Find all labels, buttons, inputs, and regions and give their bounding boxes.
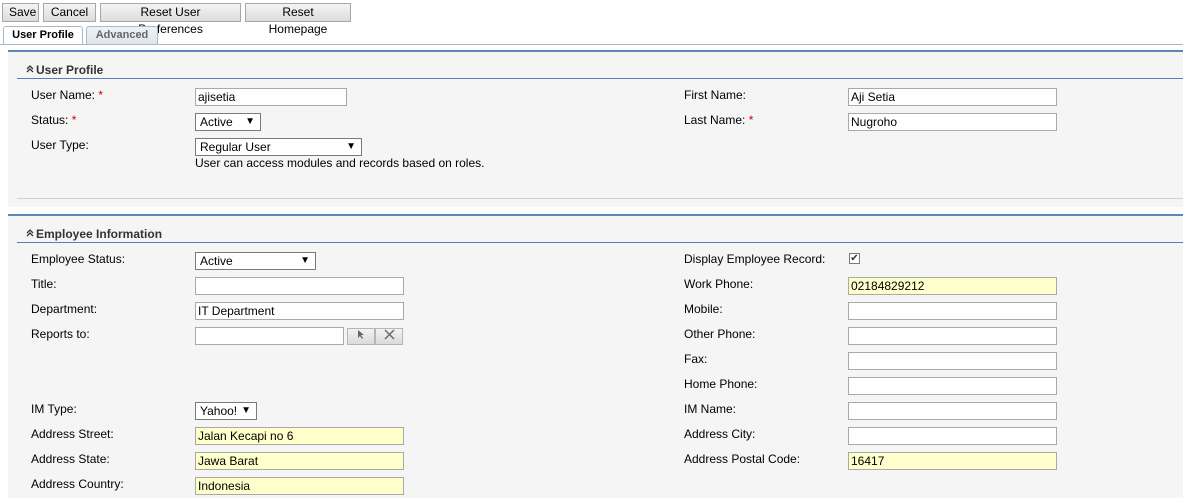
status-label: Status: * bbox=[31, 113, 77, 127]
clear-reports-to-button[interactable] bbox=[375, 328, 403, 345]
address-state-input[interactable]: Jawa Barat bbox=[195, 452, 404, 470]
status-select[interactable]: Active ▼ bbox=[195, 113, 261, 131]
display-employee-record-label: Display Employee Record: bbox=[684, 252, 826, 266]
user-type-hint: User can access modules and records base… bbox=[195, 156, 485, 170]
work-phone-label: Work Phone: bbox=[684, 277, 754, 291]
department-input[interactable]: IT Department bbox=[195, 302, 404, 320]
department-label: Department: bbox=[31, 302, 98, 316]
im-name-input[interactable] bbox=[848, 402, 1057, 420]
fax-label: Fax: bbox=[684, 352, 708, 366]
address-city-label: Address City: bbox=[684, 427, 756, 441]
clear-x-icon bbox=[384, 329, 395, 343]
home-phone-label: Home Phone: bbox=[684, 377, 758, 391]
reset-user-preferences-button[interactable]: Reset User Preferences bbox=[100, 3, 241, 36]
employee-section-title: Employee Information bbox=[36, 227, 163, 241]
reports-to-label: Reports to: bbox=[31, 327, 90, 341]
im-type-label: IM Type: bbox=[31, 402, 77, 416]
address-postal-code-input[interactable]: 16417 bbox=[848, 452, 1057, 470]
other-phone-input[interactable] bbox=[848, 327, 1057, 345]
save-button[interactable]: Save bbox=[2, 3, 39, 22]
tab-user-profile[interactable]: User Profile bbox=[3, 26, 83, 45]
mobile-input[interactable] bbox=[848, 302, 1057, 320]
address-state-label: Address State: bbox=[31, 452, 110, 466]
chevron-double-up-icon bbox=[26, 63, 36, 77]
chevron-down-icon: ▼ bbox=[245, 116, 255, 127]
last-name-label: Last Name: * bbox=[684, 113, 754, 127]
employee-section-line bbox=[17, 242, 1183, 243]
im-type-select[interactable]: Yahoo! ▼ bbox=[195, 402, 257, 420]
last-name-input[interactable]: Nugroho bbox=[848, 113, 1057, 131]
im-name-label: IM Name: bbox=[684, 402, 737, 416]
user-profile-section-title: User Profile bbox=[36, 63, 104, 77]
chevron-down-icon: ▼ bbox=[241, 405, 251, 416]
home-phone-input[interactable] bbox=[848, 377, 1057, 395]
cursor-arrow-icon bbox=[357, 329, 366, 343]
address-street-label: Address Street: bbox=[31, 427, 114, 441]
first-name-label: First Name: bbox=[684, 88, 747, 102]
employee-section-header[interactable]: Employee Information bbox=[26, 227, 162, 241]
fax-input[interactable] bbox=[848, 352, 1057, 370]
address-street-input[interactable]: Jalan Kecapi no 6 bbox=[195, 427, 404, 445]
work-phone-input[interactable]: 02184829212 bbox=[848, 277, 1057, 295]
address-country-label: Address Country: bbox=[31, 477, 124, 491]
user-profile-section-header[interactable]: User Profile bbox=[26, 63, 103, 77]
title-input[interactable] bbox=[195, 277, 404, 295]
reset-homepage-button[interactable]: Reset Homepage bbox=[245, 3, 351, 36]
address-city-input[interactable] bbox=[848, 427, 1057, 445]
user-name-label: User Name: * bbox=[31, 88, 104, 102]
chevron-double-up-icon bbox=[26, 227, 36, 241]
chevron-down-icon: ▼ bbox=[300, 255, 310, 266]
user-profile-divider bbox=[17, 198, 1183, 199]
mobile-label: Mobile: bbox=[684, 302, 723, 316]
first-name-input[interactable]: Aji Setia bbox=[848, 88, 1057, 106]
user-profile-section-line bbox=[17, 78, 1183, 79]
other-phone-label: Other Phone: bbox=[684, 327, 756, 341]
chevron-down-icon: ▼ bbox=[346, 141, 356, 152]
address-postal-code-label: Address Postal Code: bbox=[684, 452, 801, 466]
tab-strip-border bbox=[0, 44, 1183, 45]
employee-status-select[interactable]: Active ▼ bbox=[195, 252, 316, 270]
reports-to-input[interactable] bbox=[195, 327, 344, 345]
address-country-input[interactable]: Indonesia bbox=[195, 477, 404, 495]
cancel-button[interactable]: Cancel bbox=[43, 3, 96, 22]
checkmark-icon: ✔ bbox=[850, 253, 859, 264]
select-reports-to-button[interactable] bbox=[347, 328, 375, 345]
title-label: Title: bbox=[31, 277, 57, 291]
display-employee-record-checkbox[interactable]: ✔ bbox=[849, 253, 860, 264]
employee-status-label: Employee Status: bbox=[31, 252, 126, 266]
user-type-select[interactable]: Regular User ▼ bbox=[195, 138, 362, 156]
user-type-label: User Type: bbox=[31, 138, 89, 152]
user-name-input[interactable]: ajisetia bbox=[195, 88, 347, 106]
tab-advanced[interactable]: Advanced bbox=[86, 26, 158, 45]
